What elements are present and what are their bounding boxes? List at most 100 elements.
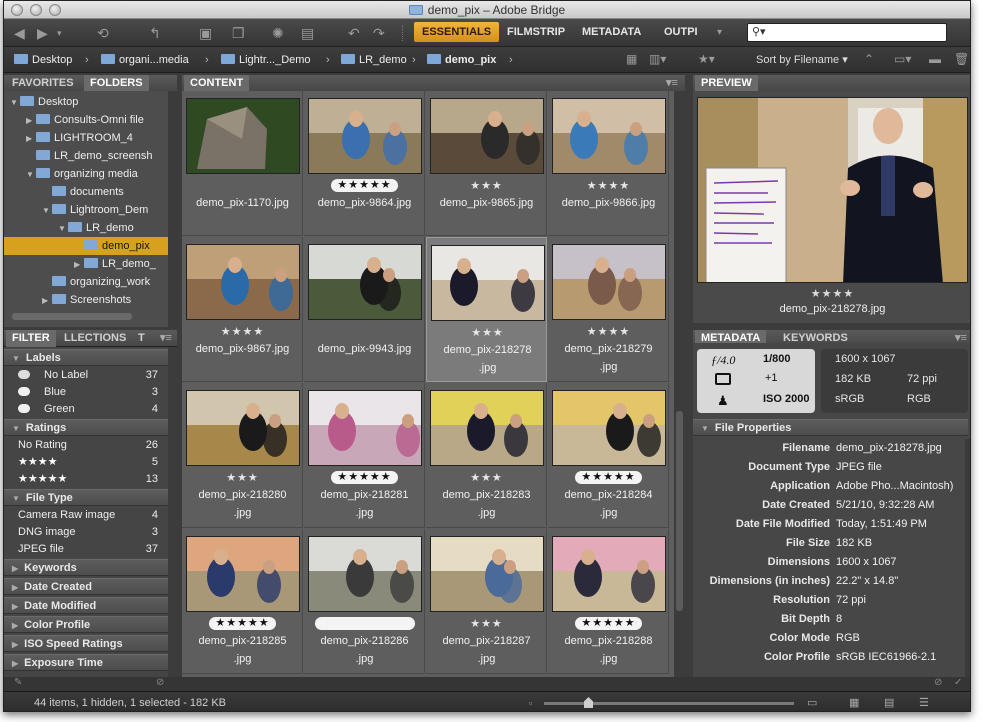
minimize-window-button[interactable] [30, 4, 42, 16]
tab-favorites[interactable]: FAVORITES [6, 75, 80, 92]
thumbnail-image[interactable] [308, 244, 422, 320]
zoom-out-icon[interactable]: ▫ [529, 692, 532, 711]
output-icon[interactable]: ▤ [301, 25, 314, 41]
metadata-value[interactable]: RGB [836, 629, 860, 648]
thumbnail-image[interactable] [430, 98, 544, 174]
metadata-value[interactable]: 72 ppi [836, 591, 866, 610]
apply-metadata-icon[interactable]: ✓ [954, 677, 962, 688]
thumbnail-image[interactable] [308, 98, 422, 174]
recent-folders-icon[interactable]: ⟲ [97, 25, 109, 41]
filter-row-4-stars[interactable]: ★★★★ 5 [4, 454, 168, 471]
workspace-essentials[interactable]: ESSENTIALS [414, 22, 500, 42]
thumbnail-cell[interactable]: demo_pix-218286 .jpg [304, 529, 425, 674]
filter-row-5-stars[interactable]: ★★★★★ 13 [4, 471, 168, 488]
thumbnail-image[interactable] [552, 98, 666, 174]
thumbnail-cell[interactable]: ★★★★ demo_pix-9867.jpg [182, 237, 303, 382]
thumbnail-cell[interactable]: ★★★★★ demo_pix-218281 .jpg [304, 383, 425, 528]
metadata-value[interactable]: demo_pix-218278.jpg [836, 439, 942, 458]
panel-menu-icon[interactable]: ▾≡ [660, 75, 684, 92]
thumbnail-cell[interactable]: ★★★ demo_pix-218287 .jpg [426, 529, 547, 674]
thumbnail-image[interactable] [186, 244, 300, 320]
filter-section-date-modified[interactable]: ▶ Date Modified [4, 597, 168, 614]
thumbnail-cell[interactable]: demo_pix-1170.jpg [182, 91, 303, 236]
thumbnail-cell[interactable]: demo_pix-9943.jpg [304, 237, 425, 382]
thumbnail-image[interactable] [186, 98, 300, 174]
thumbnail-cell[interactable]: ★★★ demo_pix-9865.jpg [426, 91, 547, 236]
sort-menu[interactable]: Sort by Filename ▾ [756, 52, 848, 68]
thumbnail-cell[interactable]: ★★★★ demo_pix-9866.jpg [548, 91, 669, 236]
tree-item-organizing-media[interactable]: ▼ organizing media [26, 165, 138, 183]
thumbnail-cell[interactable]: ★★★★★ demo_pix-218285 .jpg [182, 529, 303, 674]
thumbnail-image[interactable] [431, 245, 545, 321]
filter-section-file-type[interactable]: ▼ File Type [4, 489, 168, 506]
thumbnail-image[interactable] [186, 390, 300, 466]
open-recent-icon[interactable]: ▭▾ [894, 51, 911, 67]
thumbnail-image[interactable] [552, 244, 666, 320]
thumbnail-rating[interactable]: ★★★ [427, 326, 548, 339]
preview-image[interactable] [697, 97, 968, 283]
metadata-scrollbar[interactable] [965, 439, 970, 677]
filter-section-iso-speed[interactable]: ▶ ISO Speed Ratings [4, 635, 168, 652]
thumbnail-rating[interactable] [304, 617, 425, 633]
breadcrumb-lightroom-demo[interactable]: Lightr..._Demo [221, 52, 311, 68]
rotate-left-icon[interactable]: ↶ [348, 25, 360, 41]
thumbnail-cell[interactable]: ★★★★ demo_pix-218279 .jpg [548, 237, 669, 382]
thumbnail-image[interactable] [430, 390, 544, 466]
tree-item-lightroom4[interactable]: ▶ LIGHTROOM_4 [26, 129, 133, 147]
slider-thumb[interactable] [584, 697, 593, 708]
tree-item-screenshots[interactable]: ▶ Screenshots [42, 291, 131, 309]
breadcrumb-organizing-media[interactable]: organi...media [101, 52, 189, 68]
thumbnail-cell[interactable]: ★★★ demo_pix-218280 .jpg [182, 383, 303, 528]
metadata-value[interactable]: 182 KB [836, 534, 872, 553]
tree-vertical-scrollbar[interactable] [168, 91, 177, 327]
metadata-value[interactable]: sRGB IEC61966-2.1 [836, 648, 936, 667]
filter-section-exposure-time[interactable]: ▶ Exposure Time [4, 654, 168, 671]
thumbnail-rating[interactable]: ★★★★★ [304, 471, 425, 484]
breadcrumb-lr-demo[interactable]: LR_demo [341, 52, 407, 68]
thumbnail-rating[interactable]: ★★★★★ [182, 617, 303, 630]
star-filter-icon[interactable]: ★▾ [698, 51, 715, 67]
metadata-value[interactable]: 8 [836, 610, 842, 629]
filter-section-color-profile[interactable]: ▶ Color Profile [4, 616, 168, 633]
tab-folders[interactable]: FOLDERS [84, 75, 149, 92]
thumbnail-size-slider[interactable] [544, 702, 794, 705]
details-view-icon[interactable]: ▤ [884, 692, 894, 711]
thumbnail-rating[interactable]: ★★★★ [182, 325, 303, 338]
filter-row-dng[interactable]: DNG image 3 [4, 524, 168, 541]
thumbnail-cell[interactable]: ★★★★★ demo_pix-218288 .jpg [548, 529, 669, 674]
search-input[interactable]: ⚲▾ [747, 23, 947, 42]
thumbnail-image[interactable] [552, 536, 666, 612]
filter-section-ratings[interactable]: ▼ Ratings [4, 419, 168, 436]
metadata-value[interactable]: 1600 x 1067 [836, 553, 897, 572]
metadata-value[interactable]: Today, 1:51:49 PM [836, 515, 927, 534]
return-icon[interactable]: ↰ [149, 25, 161, 41]
thumbnail-cell[interactable]: ★★★ demo_pix-218283 .jpg [426, 383, 547, 528]
tree-item-demo-pix[interactable]: demo_pix [4, 237, 168, 255]
thumbnail-rating[interactable]: ★★★ [182, 471, 303, 484]
clear-filter-icon[interactable]: ⊘ [156, 677, 164, 688]
tree-item-lightroom-demo[interactable]: ▼ Lightroom_Dem [42, 201, 148, 219]
thumbnail-image[interactable] [308, 390, 422, 466]
clear-metadata-icon[interactable]: ⊘ [934, 677, 942, 688]
panel-menu-icon[interactable]: ▾≡ [154, 330, 178, 347]
thumbnail-cell[interactable]: ★★★★★ demo_pix-9864.jpg [304, 91, 425, 236]
content-scrollbar[interactable] [674, 91, 685, 677]
workspace-output[interactable]: OUTPI [656, 22, 706, 42]
thumbnail-rating[interactable]: ★★★ [426, 617, 547, 630]
close-window-button[interactable] [11, 4, 23, 16]
tree-item-documents[interactable]: documents [42, 183, 124, 201]
sort-ascending-icon[interactable]: ⌃ [864, 51, 874, 67]
metadata-value[interactable]: 22.2" x 14.8" [836, 572, 898, 591]
tab-content[interactable]: CONTENT [184, 75, 250, 92]
workspace-metadata[interactable]: METADATA [574, 22, 649, 42]
back-arrow-icon[interactable]: ◀ [14, 25, 25, 41]
tree-item-lr-demo-screenshots[interactable]: LR_demo_screensh [26, 147, 152, 165]
filter-pin-icon[interactable]: ✎ [14, 677, 22, 688]
zoom-in-icon[interactable]: ▭ [807, 692, 817, 711]
filter-row-blue[interactable]: Blue 3 [4, 384, 168, 401]
thumbnail-image[interactable] [552, 390, 666, 466]
grid-view-icon[interactable]: ▦ [849, 692, 859, 711]
workspace-filmstrip[interactable]: FILMSTRIP [499, 22, 573, 42]
workspace-menu-icon[interactable]: ▾ [717, 25, 722, 41]
breadcrumb-demo-pix[interactable]: demo_pix [427, 52, 496, 68]
